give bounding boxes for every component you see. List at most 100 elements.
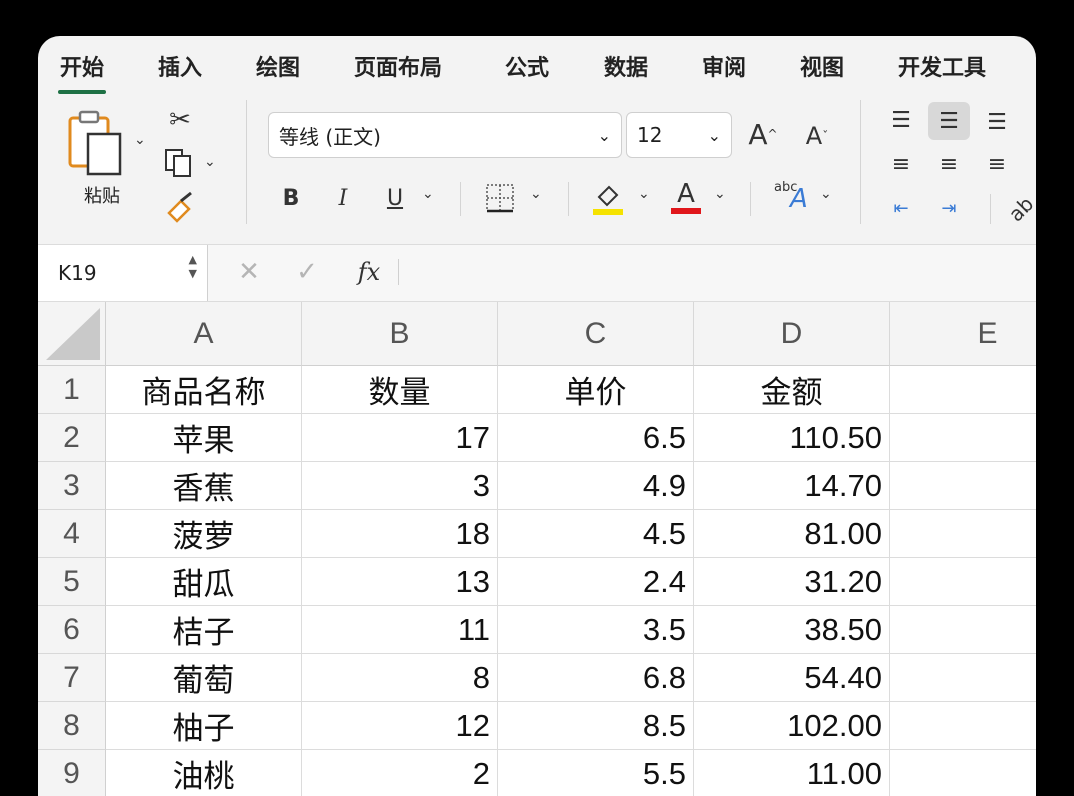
tab-insert[interactable]: 插入 bbox=[158, 50, 202, 82]
cell-c4[interactable]: 4.5 bbox=[498, 510, 694, 558]
cell-b8[interactable]: 12 bbox=[302, 702, 498, 750]
row-header[interactable]: 5 bbox=[38, 558, 106, 606]
cell-b9[interactable]: 2 bbox=[302, 750, 498, 796]
confirm-icon[interactable]: ✓ bbox=[292, 257, 322, 287]
row-header[interactable]: 6 bbox=[38, 606, 106, 654]
cell-b5[interactable]: 13 bbox=[302, 558, 498, 606]
tab-view[interactable]: 视图 bbox=[800, 50, 844, 82]
underline-button[interactable]: U bbox=[380, 178, 410, 218]
cell-d8[interactable]: 102.00 bbox=[694, 702, 890, 750]
tab-home[interactable]: 开始 bbox=[57, 50, 107, 94]
tab-developer[interactable]: 开发工具 bbox=[898, 50, 986, 82]
copy-icon[interactable] bbox=[162, 146, 196, 180]
align-right-icon[interactable]: ≡ bbox=[980, 150, 1014, 178]
cell-b1[interactable]: 数量 bbox=[302, 366, 498, 414]
increase-indent-icon[interactable]: ⇥ bbox=[932, 194, 966, 222]
cell-c5[interactable]: 2.4 bbox=[498, 558, 694, 606]
format-painter-icon[interactable] bbox=[162, 190, 198, 224]
column-header-a[interactable]: A bbox=[106, 302, 302, 366]
cell-c2[interactable]: 6.5 bbox=[498, 414, 694, 462]
decrease-indent-icon[interactable]: ⇤ bbox=[884, 194, 918, 222]
align-bottom-icon[interactable]: ☰ bbox=[980, 108, 1014, 136]
font-color-dropdown-icon[interactable]: ⌄ bbox=[714, 186, 726, 202]
font-size-select[interactable]: 12 ⌄ bbox=[626, 112, 732, 158]
cell-d6[interactable]: 38.50 bbox=[694, 606, 890, 654]
cell-e9[interactable] bbox=[890, 750, 1036, 796]
cell-a6[interactable]: 桔子 bbox=[106, 606, 302, 654]
underline-dropdown-icon[interactable]: ⌄ bbox=[422, 186, 434, 202]
row-header[interactable]: 9 bbox=[38, 750, 106, 796]
cell-a3[interactable]: 香蕉 bbox=[106, 462, 302, 510]
formula-input[interactable] bbox=[408, 245, 1036, 301]
cell-e4[interactable] bbox=[890, 510, 1036, 558]
cell-e6[interactable] bbox=[890, 606, 1036, 654]
align-center-icon[interactable]: ≡ bbox=[932, 150, 966, 178]
tab-data[interactable]: 数据 bbox=[604, 50, 648, 82]
align-top-icon[interactable]: ☰ bbox=[884, 106, 918, 134]
paste-dropdown-icon[interactable]: ⌄ bbox=[134, 132, 146, 148]
tab-review[interactable]: 审阅 bbox=[702, 50, 746, 82]
cell-a7[interactable]: 葡萄 bbox=[106, 654, 302, 702]
cell-a2[interactable]: 苹果 bbox=[106, 414, 302, 462]
fill-color-icon[interactable] bbox=[590, 178, 626, 218]
font-name-select[interactable]: 等线 (正文) ⌄ bbox=[268, 112, 622, 158]
column-header-c[interactable]: C bbox=[498, 302, 694, 366]
align-left-icon[interactable]: ≡ bbox=[884, 150, 918, 178]
row-header[interactable]: 4 bbox=[38, 510, 106, 558]
cell-b2[interactable]: 17 bbox=[302, 414, 498, 462]
cell-c9[interactable]: 5.5 bbox=[498, 750, 694, 796]
cell-d1[interactable]: 金额 bbox=[694, 366, 890, 414]
font-color-icon[interactable]: A bbox=[668, 176, 704, 218]
tab-page-layout[interactable]: 页面布局 bbox=[354, 50, 442, 82]
cell-b7[interactable]: 8 bbox=[302, 654, 498, 702]
cell-c6[interactable]: 3.5 bbox=[498, 606, 694, 654]
italic-button[interactable]: I bbox=[328, 178, 358, 218]
orientation-icon[interactable]: ab bbox=[1000, 188, 1036, 230]
cell-e1[interactable] bbox=[890, 366, 1036, 414]
column-header-d[interactable]: D bbox=[694, 302, 890, 366]
cell-d5[interactable]: 31.20 bbox=[694, 558, 890, 606]
cell-e3[interactable] bbox=[890, 462, 1036, 510]
cell-e8[interactable] bbox=[890, 702, 1036, 750]
name-box[interactable]: K19 ▲ ▼ bbox=[38, 245, 208, 301]
tab-draw[interactable]: 绘图 bbox=[256, 50, 300, 82]
row-header[interactable]: 1 bbox=[38, 366, 106, 414]
bold-button[interactable]: B bbox=[276, 178, 306, 218]
cell-c7[interactable]: 6.8 bbox=[498, 654, 694, 702]
row-header[interactable]: 3 bbox=[38, 462, 106, 510]
cell-c3[interactable]: 4.9 bbox=[498, 462, 694, 510]
cell-d2[interactable]: 110.50 bbox=[694, 414, 890, 462]
cell-c8[interactable]: 8.5 bbox=[498, 702, 694, 750]
fill-color-dropdown-icon[interactable]: ⌄ bbox=[638, 186, 650, 202]
cut-icon[interactable]: ✂ bbox=[166, 104, 194, 136]
column-header-e[interactable]: E bbox=[890, 302, 1036, 366]
borders-dropdown-icon[interactable]: ⌄ bbox=[530, 186, 542, 202]
cell-e5[interactable] bbox=[890, 558, 1036, 606]
cell-a8[interactable]: 柚子 bbox=[106, 702, 302, 750]
function-icon[interactable]: fx bbox=[352, 255, 386, 289]
cell-b4[interactable]: 18 bbox=[302, 510, 498, 558]
cell-c1[interactable]: 单价 bbox=[498, 366, 694, 414]
align-middle-icon[interactable]: ☰ bbox=[928, 102, 970, 140]
grow-font-button[interactable]: A ^ bbox=[746, 114, 780, 154]
cancel-icon[interactable]: ✕ bbox=[234, 257, 264, 287]
cell-e7[interactable] bbox=[890, 654, 1036, 702]
borders-icon[interactable] bbox=[482, 180, 518, 216]
cell-a5[interactable]: 甜瓜 bbox=[106, 558, 302, 606]
cell-b3[interactable]: 3 bbox=[302, 462, 498, 510]
row-header[interactable]: 8 bbox=[38, 702, 106, 750]
cell-a4[interactable]: 菠萝 bbox=[106, 510, 302, 558]
cell-d7[interactable]: 54.40 bbox=[694, 654, 890, 702]
cell-d4[interactable]: 81.00 bbox=[694, 510, 890, 558]
cell-b6[interactable]: 11 bbox=[302, 606, 498, 654]
name-box-stepper-icon[interactable]: ▲ ▼ bbox=[189, 253, 197, 281]
paste-icon[interactable] bbox=[66, 108, 128, 180]
cell-d3[interactable]: 14.70 bbox=[694, 462, 890, 510]
select-all-corner[interactable] bbox=[38, 302, 106, 366]
copy-dropdown-icon[interactable]: ⌄ bbox=[204, 154, 216, 170]
shrink-font-button[interactable]: Aˇ bbox=[800, 116, 834, 156]
row-header[interactable]: 7 bbox=[38, 654, 106, 702]
cell-e2[interactable] bbox=[890, 414, 1036, 462]
text-style-dropdown-icon[interactable]: ⌄ bbox=[820, 186, 832, 202]
tab-formulas[interactable]: 公式 bbox=[505, 50, 549, 82]
